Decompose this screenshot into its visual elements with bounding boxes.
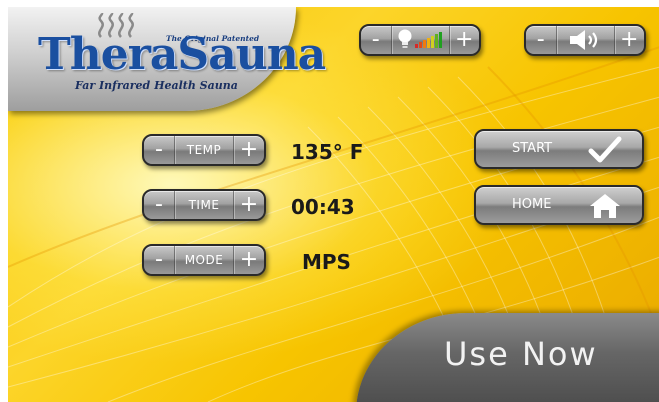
mode-label-segment: MODE bbox=[175, 246, 233, 274]
minus-label: - bbox=[371, 27, 380, 52]
plus-label: + bbox=[239, 247, 259, 272]
logo-tagline-bottom: Far Infrared Health Sauna bbox=[75, 79, 238, 92]
speaker-icon bbox=[570, 30, 598, 50]
house-icon bbox=[590, 194, 620, 218]
home-label: HOME bbox=[512, 197, 552, 212]
logo-trademark: ® bbox=[271, 47, 279, 56]
light-level-icon bbox=[391, 26, 448, 54]
logo-brand: TheraSauna bbox=[38, 29, 326, 80]
plus-label: + bbox=[239, 137, 259, 162]
temp-minus-button[interactable]: - bbox=[144, 136, 174, 164]
temp-value: 135° F bbox=[291, 140, 364, 164]
home-button[interactable]: HOME bbox=[474, 185, 644, 225]
minus-label: - bbox=[155, 192, 163, 217]
volume-control: - + bbox=[524, 24, 646, 56]
light-bulb-icon bbox=[398, 29, 442, 48]
minus-label: - bbox=[155, 247, 163, 272]
volume-plus-button[interactable]: + bbox=[615, 26, 645, 54]
time-value: 00:43 bbox=[291, 195, 355, 219]
checkmark-icon bbox=[588, 136, 622, 163]
light-minus-button[interactable]: - bbox=[361, 26, 391, 54]
plus-label: + bbox=[455, 27, 474, 52]
time-label-segment: TIME bbox=[175, 191, 233, 219]
time-minus-button[interactable]: - bbox=[144, 191, 174, 219]
mode-value: MPS bbox=[302, 250, 351, 274]
mode-minus-button[interactable]: - bbox=[144, 246, 174, 274]
temp-plus-button[interactable]: + bbox=[234, 136, 264, 164]
time-control: - TIME + bbox=[142, 189, 266, 221]
plus-label: + bbox=[620, 27, 639, 52]
sauna-control-screen: The Original Patented TheraSauna ® Far I… bbox=[8, 7, 659, 402]
temp-label: TEMP bbox=[186, 143, 222, 157]
start-button[interactable]: START bbox=[474, 129, 644, 169]
mode-plus-button[interactable]: + bbox=[234, 246, 264, 274]
volume-minus-button[interactable]: - bbox=[526, 26, 556, 54]
mode-control: - MODE + bbox=[142, 244, 266, 276]
time-plus-button[interactable]: + bbox=[234, 191, 264, 219]
minus-label: - bbox=[536, 27, 545, 52]
mode-label: MODE bbox=[184, 253, 224, 267]
time-label: TIME bbox=[188, 198, 220, 212]
start-label: START bbox=[512, 141, 553, 156]
light-control: - + bbox=[359, 24, 481, 56]
light-plus-button[interactable]: + bbox=[450, 26, 480, 54]
plus-label: + bbox=[239, 192, 259, 217]
volume-level-icon bbox=[556, 26, 613, 54]
temp-label-segment: TEMP bbox=[175, 136, 233, 164]
minus-label: - bbox=[155, 137, 163, 162]
use-now-label: Use Now bbox=[444, 335, 598, 373]
temp-control: - TEMP + bbox=[142, 134, 266, 166]
